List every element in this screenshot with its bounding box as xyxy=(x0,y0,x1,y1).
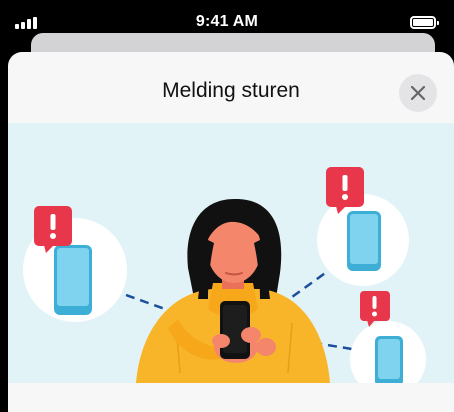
send-report-sheet: Melding sturen xyxy=(8,52,454,412)
bottom-right-phone-bubble xyxy=(350,291,426,397)
status-time: 9:41 AM xyxy=(195,13,259,30)
close-button[interactable] xyxy=(399,74,437,112)
top-right-phone-bubble xyxy=(317,167,409,286)
sheet-title: Melding sturen xyxy=(162,79,300,102)
left-phone-bubble xyxy=(23,206,127,322)
person-with-phone xyxy=(136,198,330,383)
illustration-art xyxy=(23,167,426,397)
close-icon xyxy=(410,85,426,101)
alert-icon xyxy=(34,206,72,253)
illustration xyxy=(8,123,454,397)
alert-icon xyxy=(326,167,364,214)
battery-icon xyxy=(410,16,439,29)
